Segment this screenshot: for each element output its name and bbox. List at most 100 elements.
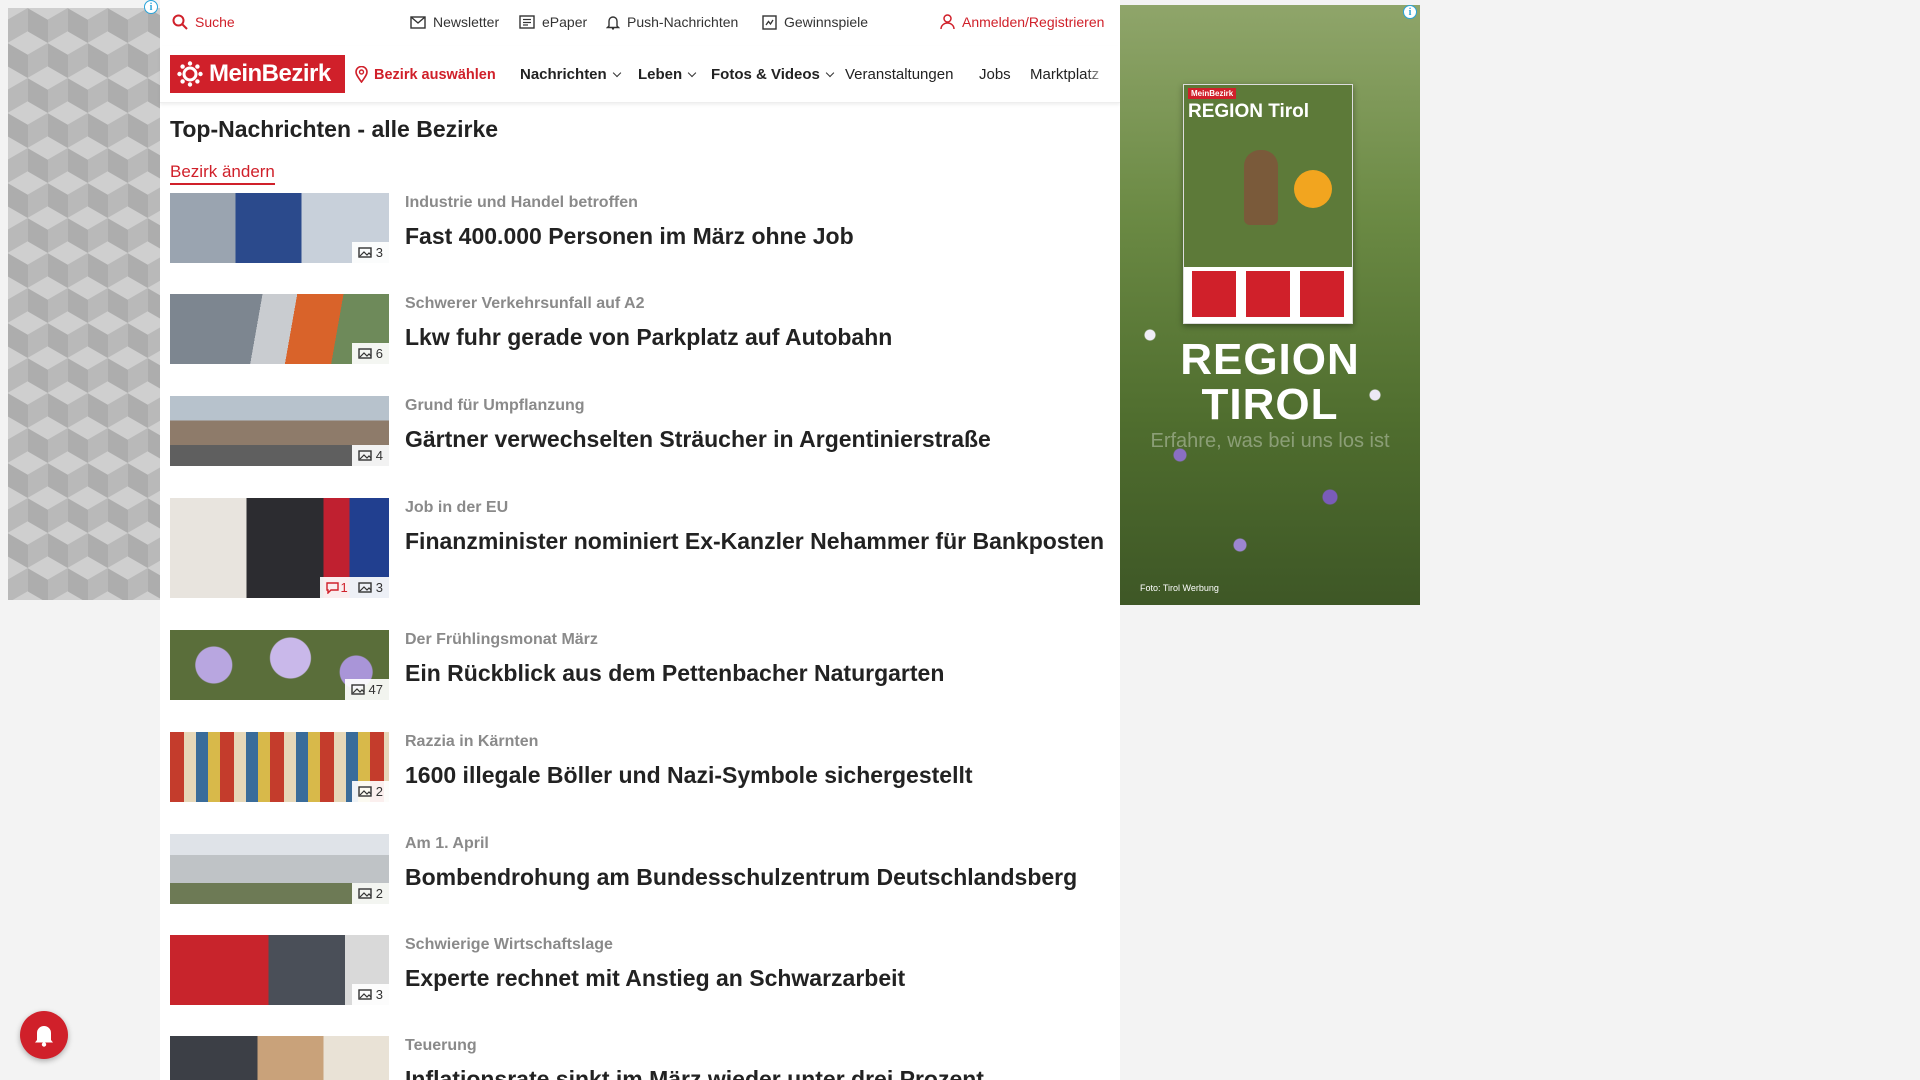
article-item[interactable]: Teuerung Inflationsrate sinkt im März wi…: [170, 1036, 1110, 1080]
search-link[interactable]: Suche: [172, 14, 235, 30]
search-icon: [172, 14, 188, 30]
article-title[interactable]: Finanzminister nominiert Ex-Kanzler Neha…: [405, 526, 1115, 557]
left-ad-banner[interactable]: [8, 8, 160, 600]
magazine-sticker: [1294, 170, 1332, 208]
photo-count-badge: 3: [351, 242, 389, 263]
article-title[interactable]: Inflationsrate sinkt im März wieder unte…: [405, 1064, 1110, 1080]
article-title[interactable]: Fast 400.000 Personen im März ohne Job: [405, 221, 1115, 252]
photo-count: 2: [375, 784, 383, 799]
article-kicker: Grund für Umpflanzung: [405, 397, 585, 414]
nav-item-marktplatz[interactable]: Marktplatz: [1030, 66, 1110, 83]
photo-count: 6: [375, 346, 383, 361]
comment-count: 1: [340, 580, 348, 595]
nav-item-leben[interactable]: Leben: [638, 66, 697, 83]
article-thumbnail[interactable]: 1 3: [170, 498, 389, 598]
photo-count-badge: 2: [351, 883, 389, 904]
article-thumbnail[interactable]: 3: [170, 193, 389, 263]
article-title[interactable]: Experte rechnet mit Anstieg an Schwarzar…: [405, 963, 1115, 994]
photo-count-badge: 3: [351, 984, 389, 1005]
photos-icon: [358, 582, 372, 593]
logo-sun-icon: [177, 61, 203, 87]
article-title[interactable]: 1600 illegale Böller und Nazi-Symbole si…: [405, 760, 1115, 791]
article-item[interactable]: 47 Der Frühlingsmonat März Ein Rückblick…: [170, 630, 1110, 702]
nav-item-jobs[interactable]: Jobs: [979, 66, 1011, 83]
chevron-down-icon: [825, 68, 835, 77]
select-district-label: Bezirk auswählen: [374, 66, 496, 83]
push-label: Push-Nachrichten: [627, 14, 739, 30]
ad-tagline: Erfahre, was bei uns los ist: [1150, 430, 1390, 452]
page-title: Top-Nachrichten - alle Bezirke: [170, 116, 499, 142]
search-label: Suche: [195, 14, 235, 30]
article-item[interactable]: 3 Schwierige Wirtschaftslage Experte rec…: [170, 935, 1110, 1007]
article-thumbnail[interactable]: 2: [170, 732, 389, 802]
bell-icon: [35, 1026, 53, 1047]
epaper-link[interactable]: ePaper: [519, 14, 587, 30]
article-kicker: Teuerung: [405, 1037, 477, 1054]
article-thumbnail[interactable]: 4: [170, 396, 389, 466]
photo-count: 3: [375, 987, 383, 1002]
article-thumbnail[interactable]: 3: [170, 935, 389, 1005]
article-thumbnail[interactable]: [170, 1036, 389, 1080]
photo-count-badge: 6: [351, 343, 389, 364]
photo-count-badge: 2: [351, 781, 389, 802]
article-kicker: Am 1. April: [405, 835, 489, 852]
nav-item-fotos-videos[interactable]: Fotos & Videos: [711, 66, 835, 83]
comment-count-group: 1: [325, 580, 348, 595]
article-item[interactable]: 1 3 Job in der EU Finanzminister nominie…: [170, 498, 1110, 600]
article-title[interactable]: Bombendrohung am Bundesschulzentrum Deut…: [405, 862, 1115, 893]
photos-icon: [358, 888, 372, 899]
select-district-button[interactable]: Bezirk auswählen: [355, 66, 496, 83]
article-item[interactable]: 2 Razzia in Kärnten 1600 illegale Böller…: [170, 732, 1110, 804]
photo-count-badge: 4: [351, 445, 389, 466]
article-item[interactable]: 6 Schwerer Verkehrsunfall auf A2 Lkw fuh…: [170, 294, 1110, 366]
location-pin-icon: [355, 66, 368, 83]
article-thumbnail[interactable]: 2: [170, 834, 389, 904]
right-ad-banner[interactable]: MeinBezirk REGION Tirol REGION TIROL Erf…: [1120, 5, 1420, 605]
article-title[interactable]: Lkw fuhr gerade von Parkplatz auf Autoba…: [405, 322, 1115, 353]
push-notification-button[interactable]: [20, 1011, 68, 1059]
article-kicker: Job in der EU: [405, 499, 509, 516]
meinbezirk-logo[interactable]: MeinBezirk: [170, 55, 345, 93]
login-link[interactable]: Anmelden/Registrieren: [940, 14, 1104, 30]
nav-item-label: Fotos & Videos: [711, 66, 820, 83]
nav-item-label: Nachrichten: [520, 66, 607, 83]
newsletter-link[interactable]: Newsletter: [410, 14, 499, 30]
photos-icon: [358, 348, 372, 359]
nav-item-veranstaltungen[interactable]: Veranstaltungen: [845, 66, 953, 83]
ad-info-icon[interactable]: i: [1403, 5, 1417, 19]
nav-item-label: Veranstaltungen: [845, 66, 954, 83]
ad-headline-line2: TIROL: [1201, 380, 1339, 429]
article-thumbnail[interactable]: 6: [170, 294, 389, 364]
chevron-down-icon: [687, 68, 697, 77]
photo-count: 3: [375, 580, 383, 595]
gewinnspiele-label: Gewinnspiele: [784, 14, 869, 30]
magazine-label: MeinBezirk: [1188, 88, 1237, 99]
main-navigation: MeinBezirk Bezirk auswählen Nachrichten …: [160, 46, 1120, 103]
photos-icon: [358, 247, 372, 258]
magazine-title: REGION Tirol: [1188, 101, 1310, 122]
nav-item-label: Jobs: [979, 66, 1011, 83]
article-item[interactable]: 3 Industrie und Handel betroffen Fast 40…: [170, 193, 1110, 265]
change-district-link[interactable]: Bezirk ändern: [170, 162, 275, 185]
nav-item-label: Leben: [638, 66, 683, 83]
main-column: Suche Newsletter ePaper Push-Nachrichten…: [160, 0, 1120, 1080]
nav-item-nachrichten[interactable]: Nachrichten: [520, 66, 621, 83]
newspaper-icon: [519, 15, 535, 29]
photo-count: 47: [368, 682, 383, 697]
photo-credit: Foto: Tirol Werbung: [1140, 583, 1219, 593]
gewinnspiele-link[interactable]: Gewinnspiele: [762, 14, 868, 30]
article-kicker: Schwerer Verkehrsunfall auf A2: [405, 295, 645, 312]
photos-icon: [358, 989, 372, 1000]
article-kicker: Razzia in Kärnten: [405, 733, 539, 750]
push-notifications-link[interactable]: Push-Nachrichten: [606, 14, 738, 30]
bell-icon: [606, 15, 620, 30]
magazine-teasers: [1184, 267, 1352, 323]
ad-info-icon[interactable]: i: [144, 0, 158, 14]
article-thumbnail[interactable]: 47: [170, 630, 389, 700]
article-item[interactable]: 2 Am 1. April Bombendrohung am Bundessch…: [170, 834, 1110, 906]
article-title[interactable]: Ein Rückblick aus dem Pettenbacher Natur…: [405, 658, 1115, 689]
article-title[interactable]: Gärtner verwechselten Sträucher in Argen…: [405, 424, 1115, 455]
article-item[interactable]: 4 Grund für Umpflanzung Gärtner verwechs…: [170, 396, 1110, 468]
photo-count: 3: [375, 245, 383, 260]
mail-icon: [410, 15, 426, 29]
